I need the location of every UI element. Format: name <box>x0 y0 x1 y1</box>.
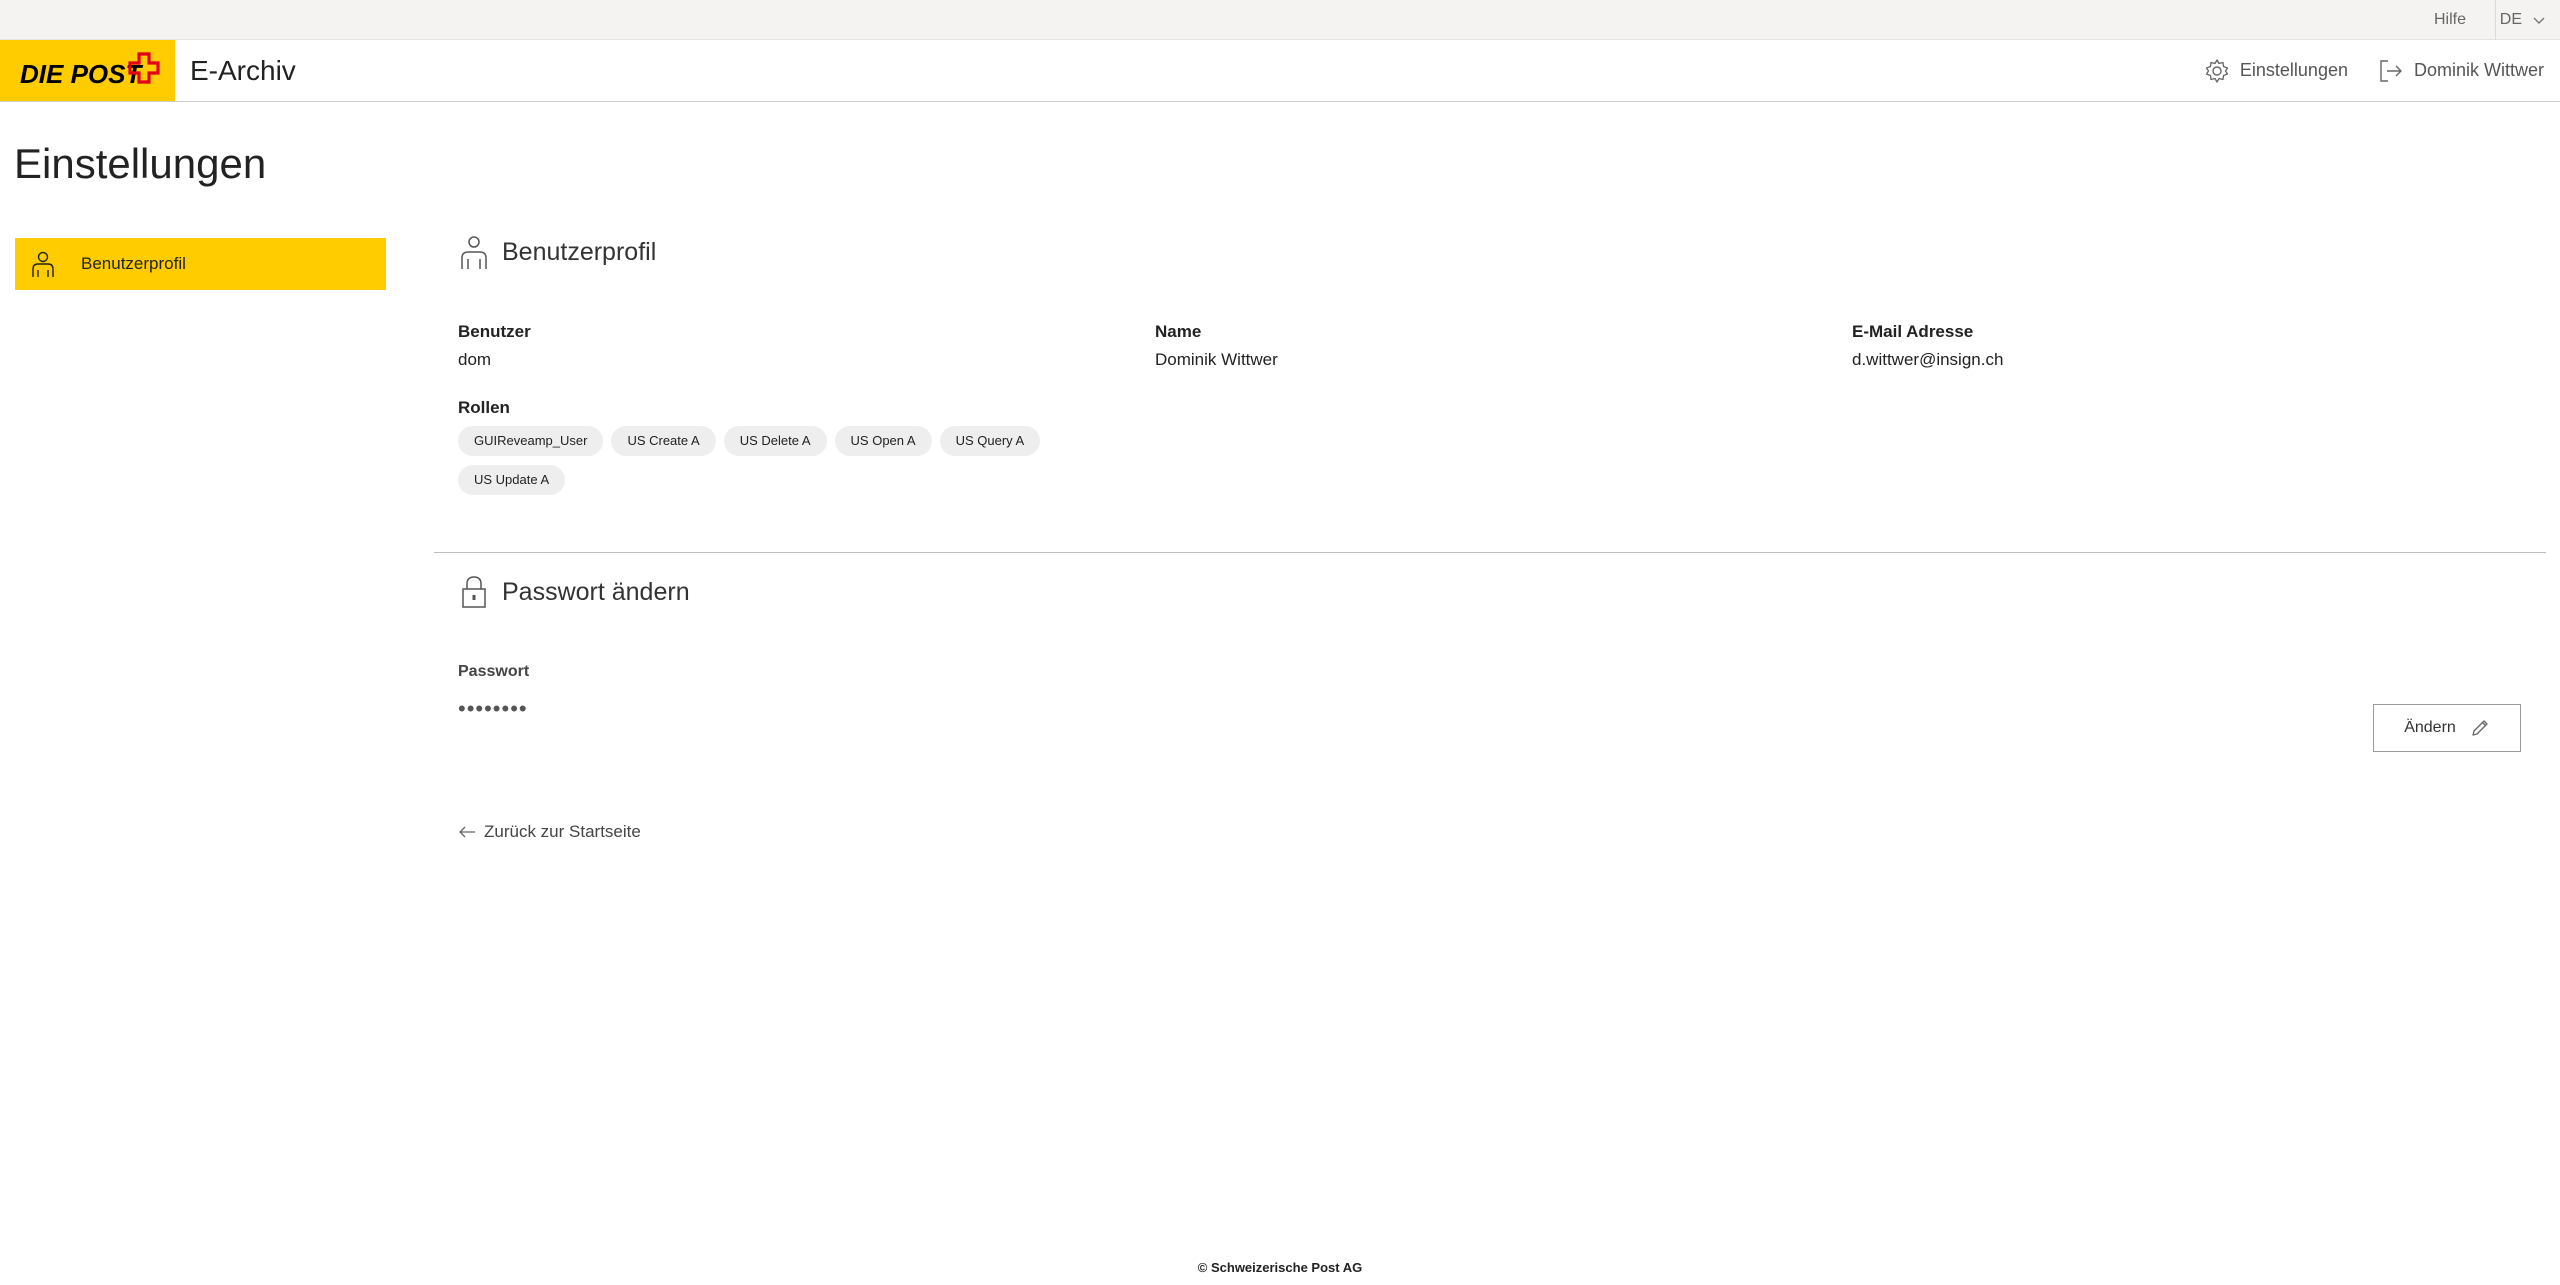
page-title: Einstellungen <box>14 140 267 187</box>
user-icon <box>32 251 54 277</box>
lock-icon <box>462 576 486 608</box>
user-icon <box>461 236 487 269</box>
email-label: E-Mail Adresse <box>1852 322 1974 341</box>
svg-text:DIE POST: DIE POST <box>20 59 143 89</box>
settings-link[interactable]: Einstellungen <box>2204 58 2348 84</box>
email-value: d.wittwer@insign.ch <box>1852 350 2004 369</box>
roles-label: Rollen <box>458 398 510 417</box>
footer-copyright: © Schweizerische Post AG <box>1197 1260 1363 1275</box>
role-chip: GUIReveamp_User <box>458 426 604 456</box>
post-logo[interactable]: DIE POST <box>0 40 175 101</box>
app-header: DIE POST E-Archiv Einstellungen Dominik … <box>0 40 2560 102</box>
password-heading-text: Passwort ändern <box>502 577 690 606</box>
role-chip: US Update A <box>458 465 566 495</box>
role-chip: US Open A <box>834 426 932 456</box>
name-value: Dominik Wittwer <box>1155 350 1278 369</box>
pencil-icon <box>2472 720 2488 736</box>
profile-heading-text: Benutzerprofil <box>502 237 657 266</box>
section-divider <box>434 552 2546 553</box>
user-logout-link[interactable]: Dominik Wittwer <box>2378 58 2544 84</box>
language-selector[interactable]: DE <box>2500 0 2546 40</box>
sidebar-item-label: Benutzerprofil <box>81 254 186 273</box>
utility-bar: Hilfe DE <box>0 0 2560 40</box>
settings-link-label: Einstellungen <box>2239 60 2348 80</box>
language-label: DE <box>2499 11 2522 28</box>
help-link[interactable]: Hilfe <box>2434 0 2466 40</box>
profile-section-heading: Benutzerprofil <box>458 234 656 270</box>
logout-icon <box>2380 59 2402 82</box>
role-chip: US Create A <box>611 426 716 456</box>
back-link-label: Zurück zur Startseite <box>484 822 641 841</box>
role-chip: US Query A <box>939 426 1041 456</box>
user-value: dom <box>458 350 492 369</box>
arrow-left-icon <box>459 826 475 838</box>
user-name-label: Dominik Wittwer <box>2413 60 2544 80</box>
name-label: Name <box>1155 322 1202 341</box>
back-to-home-link[interactable]: Zurück zur Startseite <box>458 822 641 842</box>
password-label: Passwort <box>458 663 530 680</box>
utility-divider <box>2495 0 2496 40</box>
chevron-down-icon <box>2533 17 2545 24</box>
post-logo-mark: DIE POST <box>20 52 160 89</box>
sidebar-item-benutzerprofil[interactable]: Benutzerprofil <box>15 238 386 290</box>
roles-list: GUIReveamp_User US Create A US Delete A … <box>458 426 1078 495</box>
user-label: Benutzer <box>458 322 531 341</box>
change-password-button[interactable]: Ändern <box>2373 704 2521 752</box>
app-title: E-Archiv <box>190 55 296 86</box>
role-chip: US Delete A <box>723 426 827 456</box>
header-actions: Einstellungen Dominik Wittwer <box>2204 40 2544 101</box>
change-button-label: Ändern <box>2404 719 2456 736</box>
password-masked-value: •••••••• <box>458 696 528 721</box>
password-section-heading: Passwort ändern <box>458 574 690 610</box>
gear-icon <box>2205 58 2229 83</box>
